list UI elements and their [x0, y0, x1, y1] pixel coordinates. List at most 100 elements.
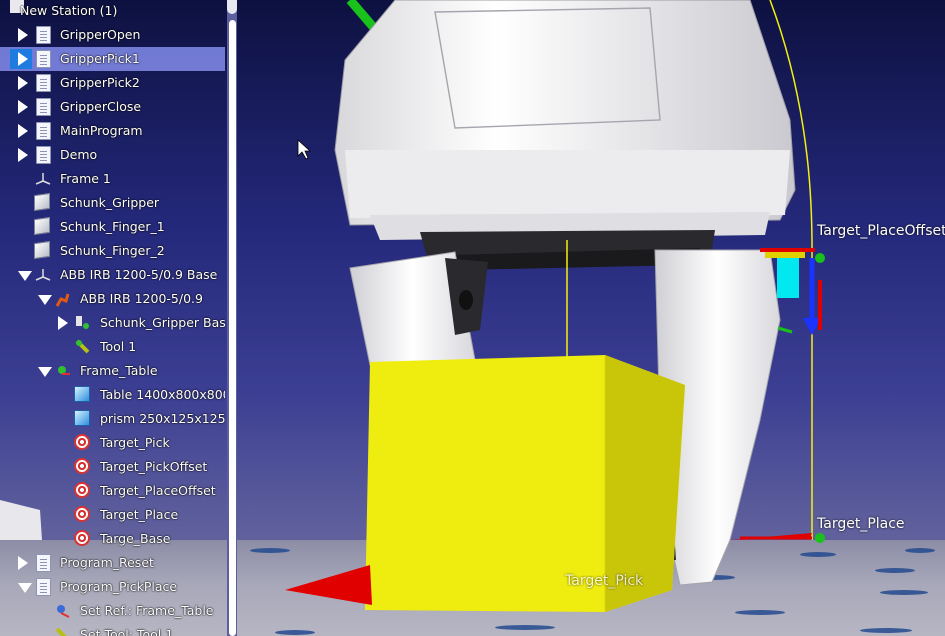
expand-arrow-icon[interactable] [58, 316, 68, 330]
tree-item[interactable]: prism 250x125x125 [0, 407, 225, 431]
tree-item[interactable]: Frame 1 [0, 167, 225, 191]
tree-item-label: GripperPick1 [60, 51, 140, 66]
target-pick-x-axis [285, 565, 372, 605]
program-doc-icon [36, 50, 51, 68]
target-place-offset-label: Target_PlaceOffset [817, 223, 945, 239]
tree-item[interactable]: Targe_Base [0, 527, 225, 551]
expand-arrow-icon[interactable] [18, 556, 28, 570]
expand-arrow-icon[interactable] [18, 148, 28, 162]
tree-item[interactable]: Frame_Table [0, 359, 225, 383]
tree-scrollbar-top[interactable] [227, 0, 237, 14]
tool-icon [74, 338, 92, 356]
tree-item-label: MainProgram [60, 123, 143, 138]
tree-item-label: Table 1400x800x800 [100, 387, 225, 402]
program-doc-icon [36, 578, 51, 596]
tool-frame-icon [74, 314, 92, 332]
expand-arrow-icon[interactable] [18, 76, 28, 90]
tree-item[interactable]: New Station (1) [0, 0, 225, 23]
tree-item[interactable]: Table 1400x800x800 [0, 383, 225, 407]
station-tree[interactable]: New Station (1) GripperOpen GripperPick1 Gr… [0, 0, 225, 636]
cube-icon [74, 410, 90, 426]
target-place-label: Target_Place [817, 516, 905, 532]
collapse-arrow-icon[interactable] [18, 583, 32, 593]
collapse-arrow-icon[interactable] [38, 367, 52, 377]
program-doc-icon [36, 74, 51, 92]
tree-item[interactable]: Schunk_Gripper Base [0, 311, 225, 335]
collapse-arrow-icon[interactable] [18, 271, 32, 281]
tree-item-label: Program_PickPlace [60, 579, 178, 594]
tree-item-label: GripperClose [60, 99, 142, 114]
tree-item[interactable]: Set Tool: Tool 1 [0, 623, 225, 636]
tree-item[interactable]: Tool 1 [0, 335, 225, 359]
tree-item-label: Schunk_Gripper Base [100, 315, 225, 330]
tree-item[interactable]: GripperClose [0, 95, 225, 119]
expand-arrow-icon[interactable] [18, 28, 28, 42]
tree-item-label: Target_PickOffset [100, 459, 208, 474]
tree-item[interactable]: ABB IRB 1200-5/0.9 [0, 287, 225, 311]
tree-item-label: Frame 1 [60, 171, 111, 186]
tree-item-label: prism 250x125x125 [100, 411, 225, 426]
object-icon [34, 240, 50, 260]
tree-scrollbar-thumb[interactable] [229, 20, 236, 636]
tree-item[interactable]: Target_Place [0, 503, 225, 527]
tree-item-label: Target_PlaceOffset [100, 483, 216, 498]
program-doc-icon [36, 122, 51, 140]
tree-item[interactable]: Program_Reset [0, 551, 225, 575]
tree-item-label: ABB IRB 1200-5/0.9 [80, 291, 203, 306]
tree-item-label: ABB IRB 1200-5/0.9 Base [60, 267, 218, 282]
target-pick-label: Target_Pick [565, 573, 644, 589]
tree-item-label: Set Ref.: Frame_Table [80, 603, 214, 618]
tree-item-label: Schunk_Finger_1 [60, 219, 165, 234]
tree-item-label: Schunk_Gripper [60, 195, 160, 210]
object-icon [34, 192, 50, 212]
target-icon [74, 530, 90, 546]
tree-item[interactable]: Program_PickPlace [0, 575, 225, 599]
frame-icon [34, 170, 52, 188]
tree-item[interactable]: Schunk_Finger_1 [0, 215, 225, 239]
tree-item[interactable]: GripperPick2 [0, 71, 225, 95]
set-reference-icon [54, 602, 72, 620]
reference-frame-icon [54, 362, 72, 380]
target-icon [74, 482, 90, 498]
expand-arrow-icon[interactable] [18, 124, 28, 138]
tree-item[interactable]: MainProgram [0, 119, 225, 143]
target-icon [74, 458, 90, 474]
cube-icon [74, 386, 90, 402]
tree-item-label: GripperPick2 [60, 75, 140, 90]
tree-item-label: Target_Pick [100, 435, 170, 450]
tree-item[interactable]: Schunk_Gripper [0, 191, 225, 215]
expand-arrow-icon[interactable] [18, 52, 28, 66]
program-doc-icon [36, 146, 51, 164]
tree-item[interactable]: Target_PickOffset [0, 455, 225, 479]
tree-item[interactable]: Target_PlaceOffset [0, 479, 225, 503]
robot-icon [54, 290, 72, 308]
object-icon [34, 216, 50, 236]
tree-item-label: Demo [60, 147, 98, 162]
tree-item-label: New Station (1) [20, 3, 118, 18]
program-doc-icon [36, 554, 51, 572]
collapse-arrow-icon[interactable] [38, 295, 52, 305]
tree-item-label: Frame_Table [80, 363, 158, 378]
program-doc-icon [36, 26, 51, 44]
tree-item-label: Set Tool: Tool 1 [80, 627, 174, 636]
tree-item[interactable]: ABB IRB 1200-5/0.9 Base [0, 263, 225, 287]
tree-item[interactable]: GripperPick1 [0, 47, 225, 71]
tree-item-label: Targe_Base [100, 531, 171, 546]
program-doc-icon [36, 98, 51, 116]
tree-item[interactable]: Schunk_Finger_2 [0, 239, 225, 263]
tree-item-label: Target_Place [100, 507, 179, 522]
tree-item-label: Program_Reset [60, 555, 154, 570]
mouse-cursor [297, 139, 312, 160]
target-icon [74, 506, 90, 522]
target-icon [74, 434, 90, 450]
tree-item[interactable]: Target_Pick [0, 431, 225, 455]
expand-arrow-icon[interactable] [18, 100, 28, 114]
frame-icon [34, 266, 52, 284]
tree-item[interactable]: Set Ref.: Frame_Table [0, 599, 225, 623]
tree-item-label: GripperOpen [60, 27, 141, 42]
tree-item-label: Schunk_Finger_2 [60, 243, 165, 258]
tree-item[interactable]: Demo [0, 143, 225, 167]
tree-item-label: Tool 1 [100, 339, 137, 354]
set-tool-icon [54, 626, 72, 636]
tree-item[interactable]: GripperOpen [0, 23, 225, 47]
